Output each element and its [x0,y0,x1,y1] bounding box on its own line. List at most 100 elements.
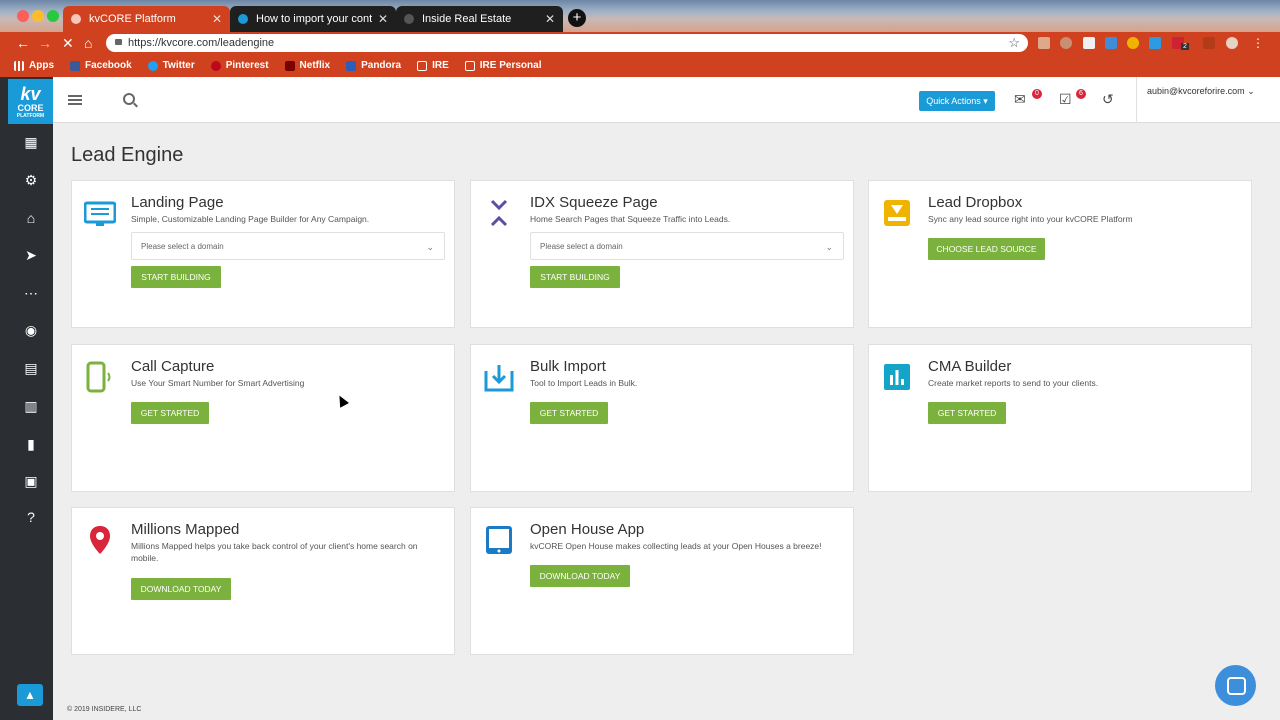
chat-widget-icon[interactable] [1215,665,1256,706]
minimize-window-button[interactable] [32,10,44,22]
domain-select[interactable]: Please select a domain ⌄ [131,232,445,260]
eye-icon[interactable]: ◉ [22,321,40,339]
bookmark-label: Facebook [85,60,132,71]
card-bulk-import: Bulk Import Tool to Import Leads in Bulk… [470,344,854,492]
new-tab-button[interactable]: + [568,9,586,27]
bookmark-ire-personal[interactable]: IRE Personal [464,60,541,71]
facebook-icon [70,60,80,71]
bar-chart-icon [884,364,910,390]
back-arrow-icon[interactable]: ← [16,34,30,52]
paper-plane-icon[interactable]: ➤ [22,246,40,264]
mail-count-badge: 0 [1032,89,1042,99]
bookmark-facebook[interactable]: Facebook [70,60,132,71]
bookmark-label: Pinterest [225,60,269,71]
gear-icon[interactable]: ⚙ [22,171,40,189]
get-started-button[interactable]: GET STARTED [530,402,608,424]
tab-title: How to import your contacts to [256,13,372,25]
download-today-button[interactable]: DOWNLOAD TODAY [530,565,630,587]
bookmark-label: IRE [432,60,449,71]
close-tab-icon[interactable]: ✕ [378,12,388,26]
select-placeholder: Please select a domain [540,242,623,251]
extension-icon[interactable] [1127,37,1139,49]
maximize-window-button[interactable] [47,10,59,22]
browser-menu-icon[interactable]: ⋮ [1252,34,1264,52]
extension-icon[interactable] [1060,37,1072,49]
download-today-button[interactable]: DOWNLOAD TODAY [131,578,231,600]
bookmark-star-icon[interactable]: ☆ [1008,34,1020,52]
pandora-icon [346,60,357,71]
extension-icon[interactable] [1149,37,1161,49]
profile-avatar[interactable] [1226,37,1238,49]
logo-text: CORE [17,103,44,113]
close-window-button[interactable] [17,10,29,22]
card-description: Sync any lead source right into your kvC… [928,214,1133,224]
bookmark-pandora[interactable]: Pandora [346,60,401,71]
history-clock-icon[interactable]: ↺ [1102,91,1114,108]
quick-actions-label: Quick Actions [926,96,981,106]
start-building-button[interactable]: START BUILDING [530,266,620,288]
chevron-down-icon: ⌄ [1247,86,1255,96]
mail-icon[interactable]: ✉ [1014,91,1026,108]
extension-icon[interactable] [1105,37,1117,49]
forward-arrow-icon[interactable]: → [38,34,52,52]
card-title: Call Capture [131,358,215,375]
search-icon[interactable] [123,93,135,105]
monitor-icon [84,201,116,226]
card-cma-builder: CMA Builder Create market reports to sen… [868,344,1252,492]
app-topbar: Quick Actions ▾ ✉ 0 ☑ 6 ↺ aubin@kvcorefo… [53,77,1280,123]
cast-icon[interactable] [1203,37,1215,49]
hamburger-menu-icon[interactable] [68,95,82,105]
start-building-button[interactable]: START BUILDING [131,266,221,288]
listings-icon[interactable]: ▤ [22,359,40,377]
pinterest-icon [210,60,221,71]
card-title: Open House App [530,521,645,538]
logo-text: kv [20,84,41,104]
extension-icon[interactable] [1083,37,1095,49]
bookmarks-bar: Apps Facebook Twitter Pinterest Netflix … [0,54,1280,77]
tab-how-to-import[interactable]: How to import your contacts to ✕ [230,6,396,32]
url-text: https://kvcore.com/leadengine [128,37,275,49]
close-tab-icon[interactable]: ✕ [212,12,222,26]
bookmark-pinterest[interactable]: Pinterest [210,60,269,71]
extension-icon[interactable] [1038,37,1050,49]
bookmark-apps[interactable]: Apps [14,60,54,71]
bookmark-label: Pandora [361,60,402,71]
tab-inside-real-estate[interactable]: Inside Real Estate ✕ [396,6,563,32]
kvcore-logo[interactable]: kv CORE PLATFORM [8,79,53,124]
netflix-icon [284,60,295,71]
bookmark-twitter[interactable]: Twitter [147,60,195,71]
card-lead-dropbox: Lead Dropbox Sync any lead source right … [868,180,1252,328]
browser-toolbar: ← → ✕ ⌂ https://kvcore.com/leadengine ☆ … [0,32,1280,54]
choose-lead-source-button[interactable]: CHOOSE LEAD SOURCE [928,238,1045,260]
bar-chart-icon[interactable]: ▮ [22,435,40,453]
address-bar[interactable]: https://kvcore.com/leadengine ☆ [106,34,1028,52]
help-icon[interactable]: ? [22,508,40,526]
card-description: Home Search Pages that Squeeze Traffic i… [530,214,731,224]
folder-icon [417,60,428,71]
workflow-icon[interactable]: ⋯ [22,284,40,302]
dashboard-icon[interactable]: ▦ [22,133,40,151]
stop-loading-icon[interactable]: ✕ [62,34,74,52]
close-tab-icon[interactable]: ✕ [545,12,555,26]
card-title: Lead Dropbox [928,194,1023,211]
store-icon[interactable]: ▥ [22,397,40,415]
get-started-button[interactable]: GET STARTED [131,402,209,424]
logo-text: PLATFORM [16,113,45,119]
home-icon[interactable]: ⌂ [22,209,40,227]
user-menu[interactable]: aubin@kvcoreforire.com ⌄ [1147,86,1255,97]
tasks-checkbox-icon[interactable]: ☑ [1059,91,1072,108]
quick-actions-button[interactable]: Quick Actions ▾ [919,91,995,111]
training-cap-icon[interactable]: ▲ [17,684,43,706]
import-tray-icon [484,365,514,392]
card-title: CMA Builder [928,358,1012,375]
get-started-button[interactable]: GET STARTED [928,402,1006,424]
contact-card-icon[interactable]: ▣ [22,472,40,490]
phone-signal-icon [86,361,111,393]
bookmark-ire[interactable]: IRE [417,60,449,71]
bookmark-netflix[interactable]: Netflix [284,60,330,71]
home-icon[interactable]: ⌂ [84,34,92,52]
domain-select[interactable]: Please select a domain ⌄ [530,232,844,260]
tab-kvcore[interactable]: kvCORE Platform ✕ [63,6,230,32]
inbox-download-icon [884,200,910,226]
chevron-down-icon: ⌄ [825,242,833,252]
